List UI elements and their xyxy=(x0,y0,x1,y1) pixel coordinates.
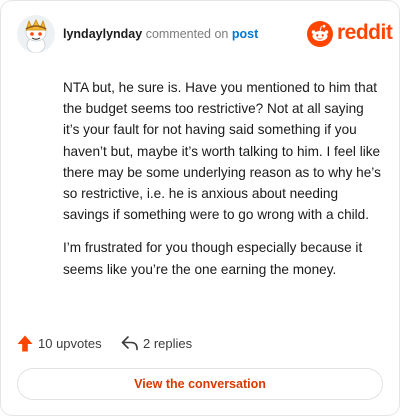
replies-count[interactable]: 2 replies xyxy=(121,333,201,355)
reddit-wordmark: reddit xyxy=(337,21,393,44)
comment-actions: 10 upvotes 2 replies xyxy=(17,333,317,355)
view-conversation-button[interactable]: View the conversation xyxy=(17,368,383,400)
upvotes-count[interactable]: 10 upvotes xyxy=(17,333,107,355)
reply-arrow-icon xyxy=(121,336,138,351)
snoo-avatar-icon[interactable] xyxy=(17,15,55,53)
comment-paragraph: NTA but, he sure is. Have you mentioned … xyxy=(63,80,381,223)
comment-header: lyndaylynday commented on post reddit xyxy=(17,15,393,55)
comment-embed-card: lyndaylynday commented on post reddit NT… xyxy=(0,0,400,416)
reddit-logo-icon xyxy=(307,21,333,47)
comment-body: NTA but, he sure is. Have you mentioned … xyxy=(63,77,383,292)
reddit-brand[interactable]: reddit xyxy=(307,19,393,49)
upvote-arrow-icon xyxy=(17,335,33,352)
comment-paragraph: I’m frustrated for you though especially… xyxy=(63,240,363,277)
byline: lyndaylynday commented on post xyxy=(63,27,258,41)
replies-label: 2 replies xyxy=(143,336,193,351)
upvotes-label: 10 upvotes xyxy=(38,336,102,351)
post-link[interactable]: post xyxy=(232,27,258,41)
byline-action-text: commented on xyxy=(145,27,229,41)
username-link[interactable]: lyndaylynday xyxy=(63,27,142,41)
